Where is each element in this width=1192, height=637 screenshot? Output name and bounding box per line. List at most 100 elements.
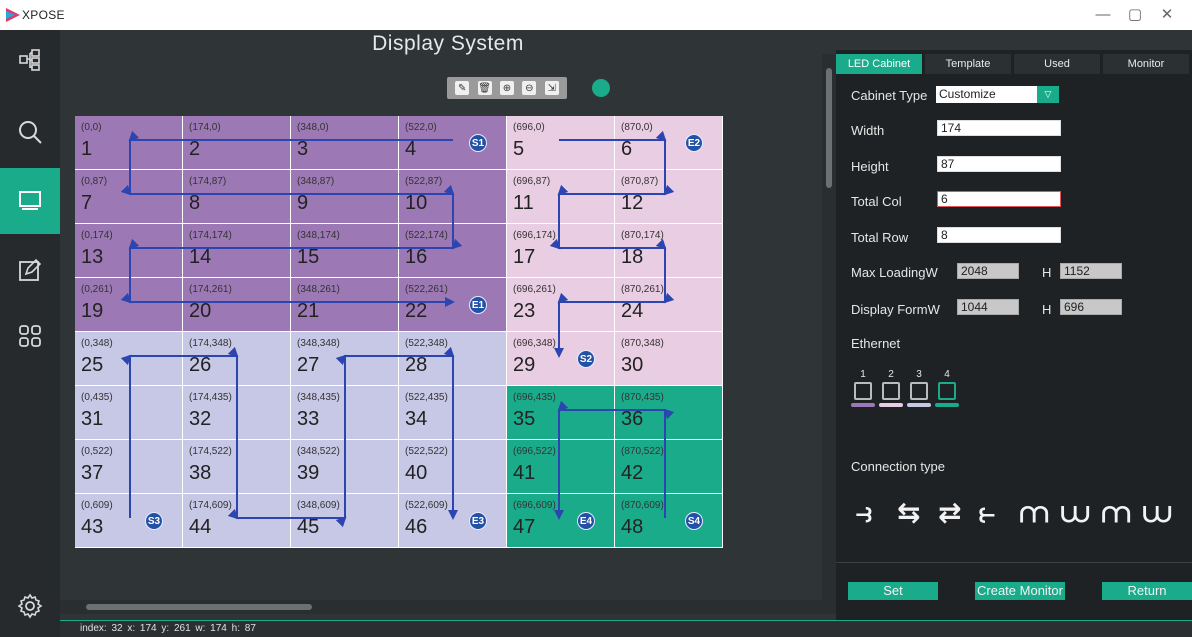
- cabinet-cell[interactable]: (348,261) 21: [291, 278, 399, 332]
- cabinet-cell[interactable]: (870,261) 24: [615, 278, 723, 332]
- sidebar-item-topology[interactable]: [0, 30, 60, 90]
- ethernet-port[interactable]: 2: [878, 370, 904, 407]
- ethernet-port[interactable]: 1: [850, 370, 876, 407]
- cabinet-cell[interactable]: (0,609) 43: [75, 494, 183, 548]
- sidebar-item-settings[interactable]: [0, 576, 60, 636]
- max-loading-h-field[interactable]: 1152: [1060, 263, 1122, 279]
- cabinet-cell[interactable]: (348,522) 39: [291, 440, 399, 494]
- cabinet-cell[interactable]: (696,522) 41: [507, 440, 615, 494]
- ethernet-port-number: 1: [860, 369, 866, 380]
- connection-type-icon[interactable]: ⩊: [1061, 496, 1089, 530]
- vertical-scrollbar[interactable]: [822, 54, 836, 614]
- tab-led-cabinet[interactable]: LED Cabinet: [836, 54, 922, 74]
- cabinet-cell[interactable]: (696,0) 5: [507, 116, 615, 170]
- cabinet-cell[interactable]: (522,174) 16: [399, 224, 507, 278]
- cabinet-cell[interactable]: (0,174) 13: [75, 224, 183, 278]
- cabinet-cell[interactable]: (870,87) 12: [615, 170, 723, 224]
- create-monitor-button[interactable]: Create Monitor: [975, 582, 1065, 600]
- cabinet-cell[interactable]: (0,522) 37: [75, 440, 183, 494]
- cabinet-cell[interactable]: (348,174) 15: [291, 224, 399, 278]
- cabinet-cell[interactable]: (522,0) 4: [399, 116, 507, 170]
- sidebar-item-display[interactable]: [0, 168, 60, 234]
- connection-type-icon[interactable]: ⩋: [1102, 496, 1130, 530]
- cabinet-cell[interactable]: (870,0) 6: [615, 116, 723, 170]
- cabinet-cell[interactable]: (696,609) 47: [507, 494, 615, 548]
- eraser-icon[interactable]: ✎: [455, 81, 470, 95]
- cabinet-cell[interactable]: (174,174) 14: [183, 224, 291, 278]
- chevron-down-icon[interactable]: ▽: [1037, 86, 1059, 103]
- minimize-button[interactable]: —: [1088, 4, 1118, 26]
- tab-used[interactable]: Used: [1014, 54, 1100, 74]
- cabinet-cell[interactable]: (870,522) 42: [615, 440, 723, 494]
- cabinet-cell[interactable]: (870,609) 48: [615, 494, 723, 548]
- sidebar-item-search[interactable]: [0, 102, 60, 162]
- total-col-field[interactable]: 6: [937, 191, 1061, 207]
- cabinet-cell[interactable]: (696,261) 23: [507, 278, 615, 332]
- cabinet-cell[interactable]: (522,435) 34: [399, 386, 507, 440]
- cabinet-cell[interactable]: (522,348) 28: [399, 332, 507, 386]
- cabinet-cell[interactable]: (696,174) 17: [507, 224, 615, 278]
- cabinet-cell[interactable]: (0,435) 31: [75, 386, 183, 440]
- cabinet-cell[interactable]: (696,435) 35: [507, 386, 615, 440]
- cabinet-cell[interactable]: (174,609) 44: [183, 494, 291, 548]
- ethernet-port[interactable]: 4: [934, 370, 960, 407]
- cabinet-cell[interactable]: (348,348) 27: [291, 332, 399, 386]
- cabinet-cell[interactable]: (0,348) 25: [75, 332, 183, 386]
- cell-number: 42: [621, 462, 644, 484]
- status-indicator[interactable]: [592, 79, 610, 97]
- vertical-scroll-thumb[interactable]: [826, 68, 832, 188]
- cabinet-cell[interactable]: (522,261) 22: [399, 278, 507, 332]
- cabinet-cell[interactable]: (348,0) 3: [291, 116, 399, 170]
- cabinet-cell[interactable]: (870,348) 30: [615, 332, 723, 386]
- port-badge: S2: [577, 350, 595, 368]
- cabinet-cell[interactable]: (174,435) 32: [183, 386, 291, 440]
- cabinet-cell[interactable]: (870,435) 36: [615, 386, 723, 440]
- trash-icon[interactable]: 🗑: [477, 81, 492, 95]
- cabinet-cell[interactable]: (522,609) 46: [399, 494, 507, 548]
- zoom-in-icon[interactable]: ⊕: [499, 81, 514, 95]
- tab-monitor[interactable]: Monitor: [1103, 54, 1189, 74]
- cabinet-type-select[interactable]: Customize ▽: [936, 86, 1059, 103]
- tab-template[interactable]: Template: [925, 54, 1011, 74]
- connection-type-icon[interactable]: ⩋: [1020, 496, 1048, 530]
- cabinet-cell[interactable]: (522,87) 10: [399, 170, 507, 224]
- cell-number: 32: [189, 408, 212, 430]
- horizontal-scrollbar[interactable]: [60, 600, 822, 614]
- sidebar-item-apps[interactable]: [0, 306, 60, 366]
- sidebar-item-edit[interactable]: [0, 240, 60, 300]
- cabinet-cell[interactable]: (174,0) 2: [183, 116, 291, 170]
- cabinet-cell[interactable]: (522,522) 40: [399, 440, 507, 494]
- cabinet-cell[interactable]: (696,348) 29: [507, 332, 615, 386]
- cabinet-cell[interactable]: (348,87) 9: [291, 170, 399, 224]
- connection-type-icon[interactable]: ⩊: [1143, 496, 1171, 530]
- display-format-w-field[interactable]: 1044: [957, 299, 1019, 315]
- cabinet-cell[interactable]: (348,435) 33: [291, 386, 399, 440]
- maximize-button[interactable]: ▢: [1120, 4, 1150, 26]
- close-button[interactable]: ✕: [1152, 4, 1182, 26]
- cabinet-cell[interactable]: (174,87) 8: [183, 170, 291, 224]
- cabinet-cell[interactable]: (174,522) 38: [183, 440, 291, 494]
- width-field[interactable]: 174: [937, 120, 1061, 136]
- cabinet-cell[interactable]: (174,348) 26: [183, 332, 291, 386]
- return-button[interactable]: Return: [1102, 582, 1192, 600]
- connection-type-icon[interactable]: ⇆: [897, 496, 920, 529]
- cabinet-cell[interactable]: (870,174) 18: [615, 224, 723, 278]
- connection-type-icon[interactable]: ⥼: [979, 496, 995, 530]
- max-loading-w-field[interactable]: 2048: [957, 263, 1019, 279]
- connection-type-icon[interactable]: ⥽: [856, 496, 872, 530]
- ethernet-port[interactable]: 3: [906, 370, 932, 407]
- height-field[interactable]: 87: [937, 156, 1061, 172]
- cabinet-cell[interactable]: (0,0) 1: [75, 116, 183, 170]
- cabinet-cell[interactable]: (0,87) 7: [75, 170, 183, 224]
- horizontal-scroll-thumb[interactable]: [86, 604, 312, 610]
- cabinet-cell[interactable]: (0,261) 19: [75, 278, 183, 332]
- zoom-out-icon[interactable]: ⊖: [522, 81, 537, 95]
- set-button[interactable]: Set: [848, 582, 938, 600]
- cabinet-cell[interactable]: (174,261) 20: [183, 278, 291, 332]
- display-format-h-field[interactable]: 696: [1060, 299, 1122, 315]
- fit-icon[interactable]: ⇲: [544, 81, 559, 95]
- total-row-field[interactable]: 8: [937, 227, 1061, 243]
- cabinet-cell[interactable]: (696,87) 11: [507, 170, 615, 224]
- cabinet-cell[interactable]: (348,609) 45: [291, 494, 399, 548]
- connection-type-icon[interactable]: ⇄: [938, 496, 961, 529]
